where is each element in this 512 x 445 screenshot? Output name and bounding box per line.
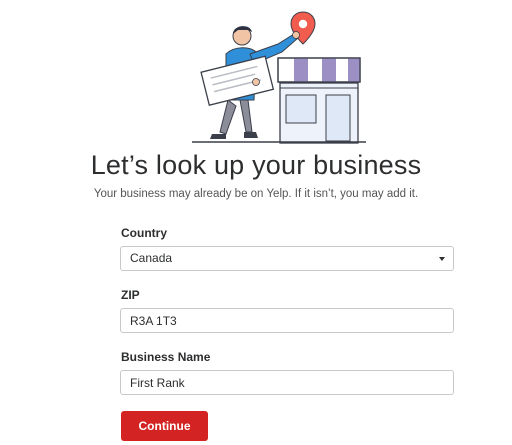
- page-title: Let’s look up your business: [90, 150, 422, 180]
- storefront-illustration: [190, 8, 370, 150]
- zip-label: ZIP: [121, 288, 140, 302]
- business-name-label: Business Name: [121, 350, 211, 364]
- zip-input[interactable]: [120, 308, 454, 333]
- page-subtitle: Your business may already be on Yelp. If…: [93, 188, 419, 200]
- continue-button[interactable]: Continue: [121, 411, 208, 441]
- country-select[interactable]: Canada: [120, 246, 454, 271]
- country-label: Country: [121, 226, 167, 240]
- chevron-down-icon: [439, 257, 445, 261]
- country-select-value: Canada: [130, 251, 173, 265]
- person-with-map-pin-storefront-illustration: [192, 11, 366, 144]
- business-name-input[interactable]: [120, 370, 454, 395]
